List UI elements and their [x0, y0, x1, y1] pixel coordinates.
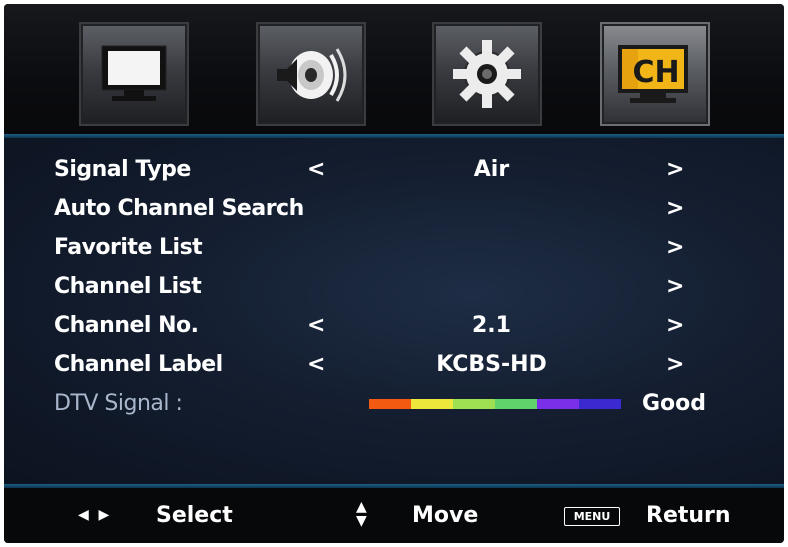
help-bar: ◀ ▶ Select ▲ ▼ Move MENU Return [4, 488, 784, 543]
tab-channel[interactable]: CH [600, 22, 710, 126]
tv-osd-screen: CH Signal Type < Air > Auto Channel Sear… [4, 4, 784, 543]
menu-row-channel-no[interactable]: Channel No. < 2.1 > [4, 307, 784, 345]
menu-row-auto-channel-search[interactable]: Auto Channel Search > [4, 190, 784, 228]
menu-row-signal-type[interactable]: Signal Type < Air > [4, 151, 784, 189]
ch-icon: CH [618, 45, 688, 103]
return-hint: Return [646, 503, 731, 528]
signal-bar-segment [495, 399, 537, 409]
chevron-right-icon[interactable]: > [666, 151, 684, 189]
signal-bar-segment [579, 399, 621, 409]
dtv-signal-label: DTV Signal : [54, 391, 183, 416]
signal-bar-segment [453, 399, 495, 409]
channel-label-value: KCBS-HD [436, 352, 547, 377]
chevron-left-icon[interactable]: < [307, 151, 325, 189]
menu-row-dtv-signal: DTV Signal : Good [4, 385, 784, 423]
signal-status: Good [642, 391, 707, 416]
menu-row-favorite-list[interactable]: Favorite List > [4, 229, 784, 267]
channel-no-label: Channel No. [54, 313, 199, 338]
select-hint: Select [156, 503, 233, 528]
gear-icon [453, 40, 521, 108]
ch-icon-label: CH [632, 55, 679, 90]
chevron-left-icon[interactable]: < [307, 346, 325, 384]
signal-bar-segment [369, 399, 411, 409]
chevron-right-icon[interactable]: > [666, 268, 684, 306]
chevron-right-icon[interactable]: > [666, 190, 684, 228]
chevron-right-icon[interactable]: > [666, 346, 684, 384]
channel-list-label: Channel List [54, 274, 202, 299]
favorite-list-label: Favorite List [54, 235, 203, 260]
channel-label-label: Channel Label [54, 352, 223, 377]
tab-setup[interactable] [432, 22, 542, 126]
signal-type-value: Air [473, 157, 510, 182]
auto-channel-search-label: Auto Channel Search [54, 196, 304, 221]
tab-sound[interactable] [256, 22, 366, 126]
move-hint: Move [412, 503, 479, 528]
chevron-right-icon[interactable]: > [666, 229, 684, 267]
signal-bar-segment [537, 399, 579, 409]
signal-type-label: Signal Type [54, 157, 191, 182]
chevron-left-icon[interactable]: < [307, 307, 325, 345]
channel-no-value: 2.1 [472, 313, 511, 338]
tv-monitor-icon [101, 45, 167, 101]
channel-menu: Signal Type < Air > Auto Channel Search … [4, 138, 784, 484]
menu-tab-bar: CH [4, 4, 784, 134]
speaker-icon [277, 48, 347, 102]
up-down-arrows-icon: ▲ ▼ [356, 499, 367, 529]
chevron-right-icon[interactable]: > [666, 307, 684, 345]
menu-row-channel-list[interactable]: Channel List > [4, 268, 784, 306]
menu-key-icon: MENU [564, 507, 620, 526]
left-right-arrows-icon: ◀ ▶ [78, 507, 110, 523]
menu-row-channel-label[interactable]: Channel Label < KCBS-HD > [4, 346, 784, 384]
tab-picture[interactable] [79, 22, 189, 126]
signal-strength-bar [369, 399, 621, 409]
signal-bar-segment [411, 399, 453, 409]
